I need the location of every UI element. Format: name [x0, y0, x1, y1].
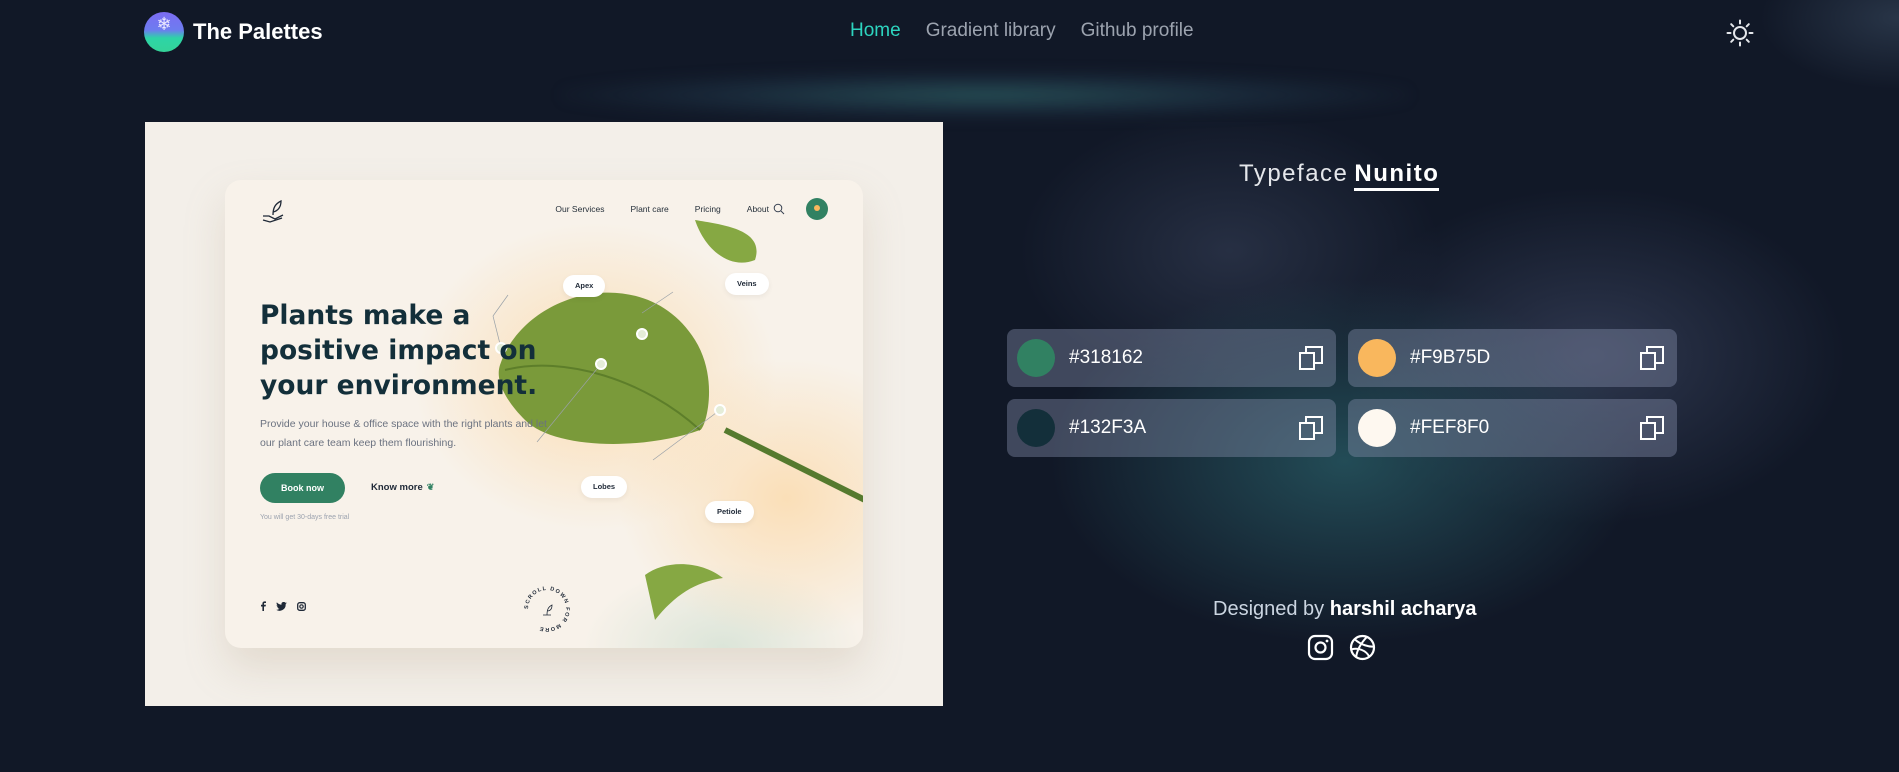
designer-social-links: [1307, 634, 1376, 661]
theme-toggle-button[interactable]: [1726, 19, 1754, 47]
nav-home[interactable]: Home: [850, 20, 901, 42]
brand-name: The Palettes: [193, 19, 323, 44]
typeface-name: Nunito: [1354, 160, 1440, 191]
copy-icon[interactable]: [1639, 415, 1665, 441]
preview-know-more-link: Know more ❦: [371, 482, 434, 493]
preview-hero-title: Plants make a positive impact on your en…: [260, 300, 538, 401]
instagram-icon[interactable]: [1307, 634, 1334, 661]
copy-icon[interactable]: [1298, 345, 1324, 371]
facebook-icon: [261, 601, 266, 611]
nav-github-profile[interactable]: Github profile: [1081, 20, 1194, 42]
snowflake-logo-icon: ❄: [144, 12, 184, 52]
leaf-illustration: [492, 220, 863, 620]
leaf-label-apex: Apex: [563, 275, 606, 297]
twitter-icon: [276, 601, 287, 611]
sun-icon: [1726, 19, 1754, 47]
design-preview: Our Services Plant care Pricing About Ap…: [145, 122, 943, 706]
leaf-label-lobes: Lobes: [581, 476, 628, 498]
preview-hero-description: Provide your house & office space with t…: [260, 418, 547, 449]
color-hex: #132F3A: [1069, 417, 1147, 438]
color-dot: [1358, 409, 1396, 447]
scroll-down-badge: SCROLL DOWN FOR MORE: [524, 586, 570, 632]
color-dot: [1017, 409, 1055, 447]
typeface-heading: Typeface Nunito: [1239, 160, 1440, 191]
color-dot: [1017, 339, 1055, 377]
color-swatch[interactable]: #FEF8F0: [1348, 399, 1677, 457]
nav-gradient-library[interactable]: Gradient library: [926, 20, 1056, 42]
color-hex: #318162: [1069, 347, 1143, 368]
leaf-label-petiole: Petiole: [705, 501, 754, 523]
credit-prefix: Designed by: [1213, 598, 1325, 620]
color-dot: [1358, 339, 1396, 377]
color-swatch[interactable]: #318162: [1007, 329, 1336, 387]
credit-author[interactable]: harshil acharya: [1330, 598, 1477, 620]
sprout-icon: ❦: [426, 482, 435, 492]
ambient-glow-corner: [1759, 0, 1899, 90]
instagram-small-icon: [297, 601, 306, 611]
dribbble-icon[interactable]: [1349, 634, 1376, 661]
ambient-glow-top: [560, 70, 1410, 120]
svg-text:SCROLL DOWN FOR MORE: SCROLL DOWN FOR MORE: [524, 586, 570, 632]
preview-trial-note: You will get 30-days free trial: [260, 514, 350, 521]
color-hex: #F9B75D: [1410, 347, 1491, 368]
typeface-label: Typeface: [1239, 160, 1349, 187]
main-nav: Home Gradient library Github profile: [850, 20, 1194, 42]
scroll-badge-text: SCROLL DOWN FOR MORE: [524, 586, 569, 632]
designer-credit: Designed by harshil acharya: [1213, 598, 1477, 621]
copy-icon[interactable]: [1639, 345, 1665, 371]
color-swatch[interactable]: #132F3A: [1007, 399, 1336, 457]
preview-book-now-button: Book now: [260, 473, 345, 503]
preview-social-icons: [260, 601, 306, 611]
copy-icon[interactable]: [1298, 415, 1324, 441]
preview-landing-page: Our Services Plant care Pricing About Ap…: [225, 180, 863, 648]
color-swatch[interactable]: #F9B75D: [1348, 329, 1677, 387]
brand-logo[interactable]: ❄ The Palettes: [144, 12, 323, 52]
preview-know-more-label: Know more: [371, 482, 423, 493]
color-hex: #FEF8F0: [1410, 417, 1490, 438]
leaf-label-veins: Veins: [725, 273, 769, 295]
